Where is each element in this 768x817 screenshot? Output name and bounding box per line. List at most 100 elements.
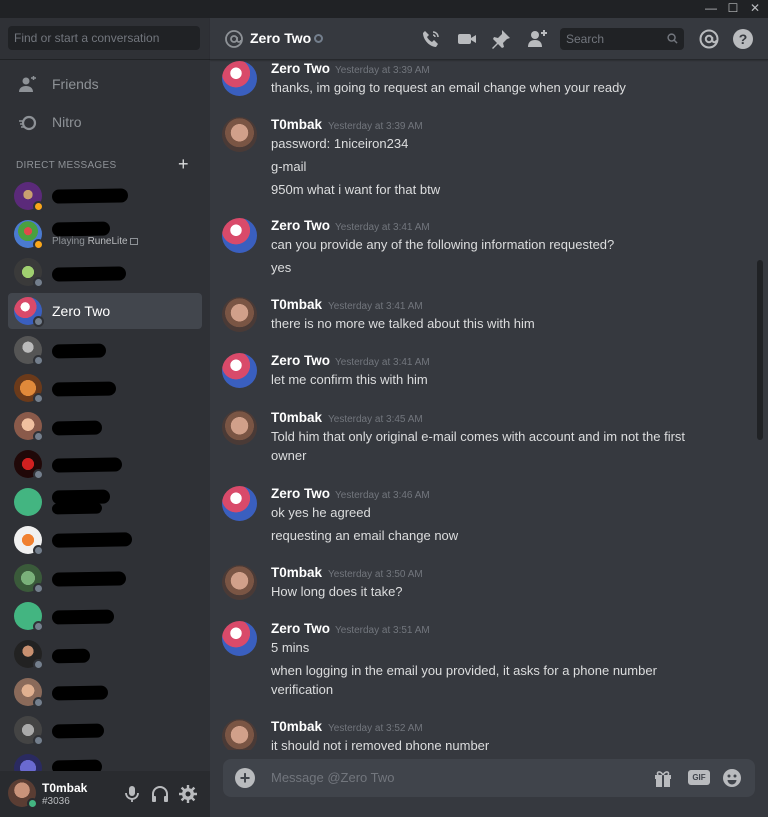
settings-gear-icon[interactable] [178, 784, 198, 804]
chat-area: Zero Two Search ? Zero Two Yesterday at … [210, 18, 768, 817]
redacted-name [51, 457, 123, 473]
minimize-button[interactable]: — [700, 0, 722, 18]
author-name[interactable]: Zero Two [271, 353, 330, 368]
dm-item[interactable] [8, 408, 202, 444]
dm-item[interactable] [8, 446, 202, 482]
status-indicator [33, 239, 44, 250]
message-input[interactable]: Message @Zero Two [271, 770, 395, 785]
microphone-icon[interactable] [122, 784, 142, 804]
author-name[interactable]: T0mbak [271, 565, 322, 580]
dm-item[interactable] [8, 484, 202, 520]
author-avatar[interactable] [222, 719, 257, 750]
dm-item[interactable] [8, 254, 202, 290]
find-conversation-input[interactable]: Find or start a conversation [8, 26, 200, 50]
dm-item[interactable] [8, 332, 202, 368]
author-name[interactable]: T0mbak [271, 117, 322, 132]
message-text: Told him that only original e-mail comes… [271, 429, 686, 444]
search-placeholder: Search [566, 32, 605, 46]
video-call-icon[interactable] [456, 28, 478, 50]
dm-item[interactable] [8, 370, 202, 406]
message-timestamp: Yesterday at 3:41 AM [335, 222, 430, 233]
message-timestamp: Yesterday at 3:41 AM [328, 301, 423, 312]
redacted-name [51, 648, 91, 664]
status-indicator [33, 277, 44, 288]
author-name[interactable]: Zero Two [271, 61, 330, 76]
search-icon [667, 33, 678, 44]
gif-button[interactable]: GIF [688, 770, 710, 785]
status-indicator [33, 431, 44, 442]
nav-friends[interactable]: Friends [8, 67, 202, 103]
author-avatar[interactable] [222, 353, 257, 388]
redacted-name [51, 381, 117, 397]
redacted-name [51, 221, 111, 237]
username: T0mbak [42, 781, 88, 795]
at-icon [225, 30, 243, 48]
author-avatar[interactable] [222, 297, 257, 332]
author-name[interactable]: Zero Two [271, 218, 330, 233]
dm-item[interactable] [8, 178, 202, 214]
author-avatar[interactable] [222, 486, 257, 521]
redacted-name [51, 420, 103, 436]
author-avatar[interactable] [222, 410, 257, 445]
message-text: there is no more we talked about this wi… [271, 316, 535, 331]
direct-messages-header: DIRECT MESSAGES [16, 160, 117, 171]
close-button[interactable]: ✕ [744, 0, 766, 18]
status-indicator [33, 469, 44, 480]
message-text: owner [271, 448, 307, 463]
author-name[interactable]: T0mbak [271, 719, 322, 734]
author-avatar[interactable] [222, 61, 257, 96]
redacted-subtitle [51, 502, 103, 515]
dm-item[interactable] [8, 712, 202, 748]
dm-item[interactable]: Playing RuneLite [8, 216, 202, 252]
pinned-messages-icon[interactable] [490, 28, 512, 50]
message-timestamp: Yesterday at 3:50 AM [328, 569, 423, 580]
message-timestamp: Yesterday at 3:46 AM [335, 490, 430, 501]
voice-call-icon[interactable] [420, 28, 442, 50]
dm-item[interactable] [8, 674, 202, 710]
author-avatar[interactable] [222, 117, 257, 152]
add-friend-to-dm-icon[interactable] [526, 28, 548, 50]
redacted-name [51, 723, 105, 739]
author-avatar[interactable] [222, 621, 257, 656]
author-name[interactable]: Zero Two [271, 486, 330, 501]
dm-item-active[interactable]: Zero Two [8, 293, 202, 329]
emoji-icon[interactable] [721, 768, 743, 788]
author-avatar[interactable] [222, 218, 257, 253]
friends-icon [19, 76, 36, 92]
dm-item[interactable] [8, 636, 202, 672]
message-text: verification [271, 682, 334, 697]
user-panel: T0mbak #3036 [0, 771, 210, 817]
status-indicator [33, 316, 44, 327]
dm-item[interactable] [8, 560, 202, 596]
activity-prefix: Playing [52, 236, 88, 247]
gift-icon[interactable] [652, 768, 674, 788]
user-tag: #3036 [42, 796, 70, 807]
redacted-name [51, 266, 127, 282]
headphones-icon[interactable] [150, 784, 170, 804]
author-name[interactable]: T0mbak [271, 297, 322, 312]
author-name[interactable]: Zero Two [271, 621, 330, 636]
help-icon[interactable]: ? [732, 28, 754, 50]
create-dm-button[interactable]: + [178, 154, 189, 175]
message-timestamp: Yesterday at 3:45 AM [328, 414, 423, 425]
author-name[interactable]: T0mbak [271, 410, 322, 425]
message-composer[interactable]: + Message @Zero Two GIF [223, 759, 755, 797]
upload-plus-icon[interactable]: + [235, 768, 255, 788]
status-indicator [33, 621, 44, 632]
dm-item[interactable] [8, 598, 202, 634]
header-search-input[interactable]: Search [560, 28, 684, 50]
scrollbar-thumb[interactable] [757, 260, 763, 440]
mentions-icon[interactable] [698, 28, 720, 50]
message-text: it should not i removed phone number [271, 738, 490, 750]
author-avatar[interactable] [222, 565, 257, 600]
message-timestamp: Yesterday at 3:39 AM [328, 121, 423, 132]
nav-nitro[interactable]: Nitro [8, 105, 202, 141]
dm-item[interactable] [8, 522, 202, 558]
message-text: How long does it take? [271, 584, 403, 599]
message-text: yes [271, 260, 292, 275]
message-timestamp: Yesterday at 3:51 AM [335, 625, 430, 636]
redacted-name [51, 343, 107, 359]
maximize-button[interactable]: ☐ [722, 0, 744, 18]
message-text: thanks, im going to request an email cha… [271, 80, 626, 95]
message-text: password: 1niceiron234 [271, 136, 409, 151]
